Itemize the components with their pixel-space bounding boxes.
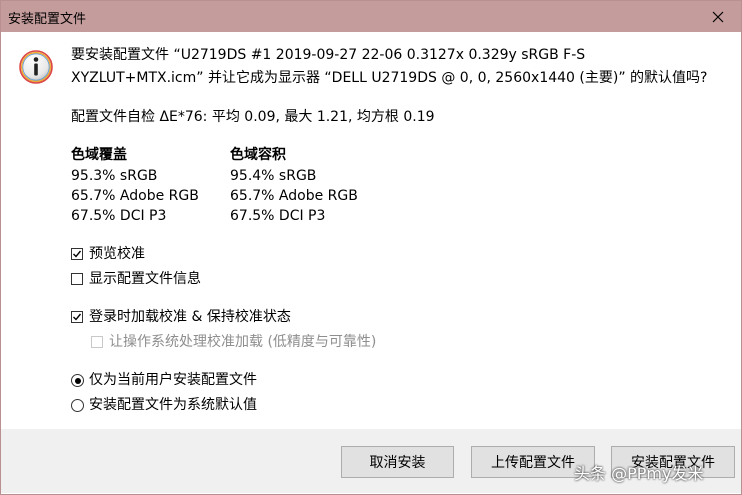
info-icon	[19, 50, 53, 84]
gamut-volume-row: 65.7% Adobe RGB	[230, 188, 358, 204]
self-check-result: 配置文件自检 ΔE*76: 平均 0.09, 最大 1.21, 均方根 0.19	[71, 109, 435, 125]
close-icon	[712, 11, 724, 22]
close-button[interactable]	[695, 1, 741, 32]
show-profile-info-label[interactable]: 显示配置文件信息	[89, 270, 201, 288]
message-line-2: XYZLUT+MTX.icm” 并让它成为显示器 “DELL U2719DS @…	[71, 70, 708, 86]
gamut-coverage-row: 67.5% DCI P3	[71, 208, 167, 224]
title-bar[interactable]: 安装配置文件	[1, 1, 741, 32]
os-handle-loading-label[interactable]: 让操作系统处理校准加载 (低精度与可靠性)	[109, 333, 376, 351]
preview-calibration-label[interactable]: 预览校准	[89, 245, 145, 263]
checkmark-icon	[73, 313, 82, 321]
show-profile-info-checkbox[interactable]	[71, 273, 83, 285]
install-current-user-label[interactable]: 仅为当前用户安装配置文件	[89, 371, 257, 389]
install-current-user-radio[interactable]	[71, 374, 84, 387]
cancel-install-button[interactable]: 取消安装	[341, 446, 454, 478]
os-handle-loading-checkbox[interactable]	[91, 336, 103, 348]
install-system-default-label[interactable]: 安装配置文件为系统默认值	[89, 396, 257, 414]
checkmark-icon	[73, 250, 82, 258]
message-line-1: 要安装配置文件 “U2719DS #1 2019-09-27 22-06 0.3…	[71, 47, 586, 63]
install-system-default-radio[interactable]	[71, 399, 84, 412]
watermark: 头条 @PPmy发米	[574, 464, 704, 483]
gamut-coverage-row: 95.3% sRGB	[71, 168, 158, 184]
gamut-volume-heading: 色域容积	[230, 147, 286, 163]
gamut-volume-row: 95.4% sRGB	[230, 168, 317, 184]
load-on-login-label[interactable]: 登录时加载校准 & 保持校准状态	[89, 308, 291, 326]
gamut-coverage-row: 65.7% Adobe RGB	[71, 188, 199, 204]
radio-selected-dot	[74, 377, 81, 384]
gamut-coverage-heading: 色域覆盖	[71, 147, 127, 163]
gamut-volume-row: 67.5% DCI P3	[230, 208, 326, 224]
load-on-login-checkbox[interactable]	[71, 311, 83, 323]
window-title: 安装配置文件	[8, 12, 87, 27]
preview-calibration-checkbox[interactable]	[71, 248, 83, 260]
